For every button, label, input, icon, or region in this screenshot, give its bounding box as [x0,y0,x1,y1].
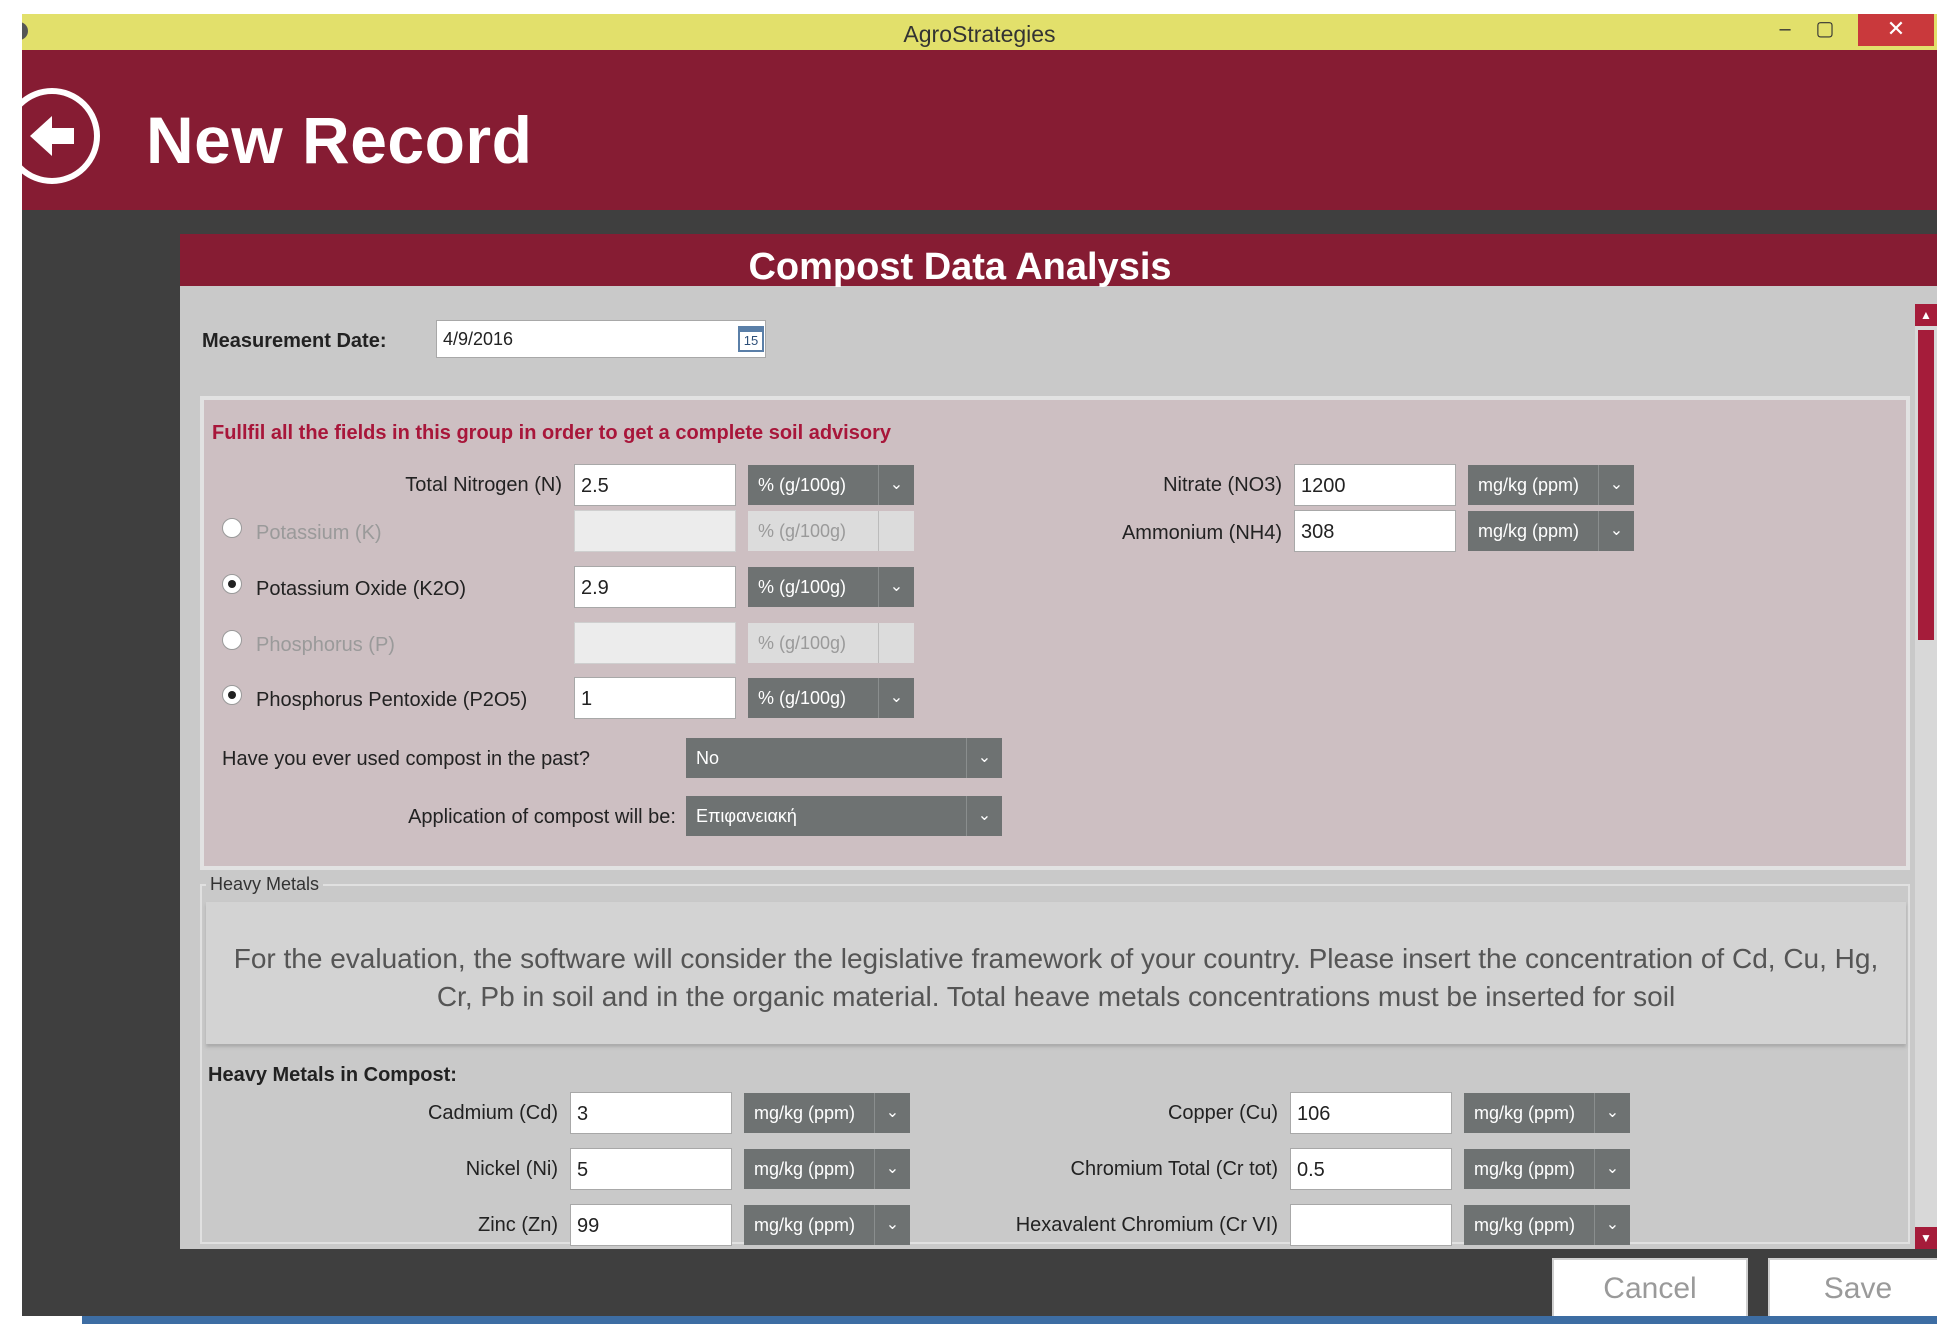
phosphorus-unit-select[interactable]: % (g/100g) [748,623,914,663]
nickel-unit-select[interactable]: mg/kg (ppm) ⌄ [744,1149,910,1189]
chevron-down-icon: ⌄ [966,796,1002,836]
nitrate-input[interactable]: 1200 [1294,464,1456,506]
group-warning-text: Fullfil all the fields in this group in … [212,422,891,444]
application-select[interactable]: Επιφανειακή ⌄ [686,796,1002,836]
compost-past-select[interactable]: No ⌄ [686,738,1002,778]
copper-label: Copper (Cu) [1167,1102,1278,1124]
page-header: New Record [22,50,1937,210]
phosphorus-radio[interactable] [222,630,242,650]
window-title: AgroStrategies [903,21,1056,47]
chevron-down-icon: ⌄ [878,678,914,718]
cadmium-label: Cadmium (Cd) [427,1102,558,1124]
chevron-down-icon: ⌄ [874,1093,910,1133]
minimize-button[interactable]: – [1767,14,1803,46]
potassium-input[interactable] [574,510,736,552]
chevron-down-icon [878,623,914,663]
scrollbar-thumb[interactable] [1918,330,1934,640]
ammonium-input[interactable]: 308 [1294,510,1456,552]
phosphorus-pentoxide-radio[interactable] [222,685,242,705]
app-window: AgroStrategies – ▢ ✕ New Record Compost … [22,14,1937,1316]
nitrogen-unit-select[interactable]: % (g/100g) ⌄ [748,465,914,505]
ammonium-label: Ammonium (NH4) [1121,522,1282,544]
save-button[interactable]: Save [1768,1258,1937,1316]
measurement-date-input[interactable]: 4/9/2016 [436,320,766,358]
chevron-down-icon: ⌄ [878,465,914,505]
phosphorus-pentoxide-label: Phosphorus Pentoxide (P2O5) [256,689,528,711]
nitrate-unit-select[interactable]: mg/kg (ppm) ⌄ [1468,465,1634,505]
arrow-left-icon [30,116,74,156]
maximize-button[interactable]: ▢ [1807,14,1843,46]
chevron-down-icon: ⌄ [966,738,1002,778]
potassium-unit-select[interactable]: % (g/100g) [748,511,914,551]
phosphorus-input[interactable] [574,622,736,664]
heavy-metals-info-text: For the evaluation, the software will co… [233,943,1879,1012]
cancel-button[interactable]: Cancel [1552,1258,1748,1316]
copper-input[interactable]: 106 [1290,1092,1452,1134]
chromium-vi-label: Hexavalent Chromium (Cr VI) [1015,1214,1278,1236]
chromium-vi-unit-select[interactable]: mg/kg (ppm) ⌄ [1464,1205,1630,1245]
zinc-unit-select[interactable]: mg/kg (ppm) ⌄ [744,1205,910,1245]
page-title: New Record [146,103,533,177]
back-button[interactable] [22,88,100,184]
vertical-scrollbar[interactable]: ▲ ▼ [1915,304,1937,1249]
nickel-label: Nickel (Ni) [465,1158,558,1180]
scroll-down-arrow-icon[interactable]: ▼ [1915,1227,1937,1249]
potassium-oxide-radio[interactable] [222,574,242,594]
chromium-vi-input[interactable] [1290,1204,1452,1246]
potassium-oxide-label: Potassium Oxide (K2O) [256,578,467,600]
nitrogen-label: Total Nitrogen (N) [405,474,562,496]
chevron-down-icon: ⌄ [1598,511,1634,551]
zinc-input[interactable]: 99 [570,1204,732,1246]
phosphorus-label: Phosphorus (P) [256,634,395,656]
potassium-label: Potassium (K) [256,522,382,544]
ammonium-unit-select[interactable]: mg/kg (ppm) ⌄ [1468,511,1634,551]
cadmium-input[interactable]: 3 [570,1092,732,1134]
window-titlebar[interactable]: AgroStrategies – ▢ ✕ [22,14,1937,50]
chevron-down-icon: ⌄ [874,1205,910,1245]
heavy-metals-compost-heading: Heavy Metals in Compost: [208,1064,457,1086]
soil-advisory-group: Fullfil all the fields in this group in … [200,396,1910,870]
heavy-metals-legend: Heavy Metals [206,874,324,895]
phosphorus-pentoxide-unit-select[interactable]: % (g/100g) ⌄ [748,678,914,718]
scroll-up-arrow-icon[interactable]: ▲ [1915,304,1937,326]
nickel-input[interactable]: 5 [570,1148,732,1190]
chevron-down-icon: ⌄ [878,567,914,607]
chevron-down-icon [878,511,914,551]
calendar-icon[interactable]: 15 [738,326,764,352]
nitrate-label: Nitrate (NO3) [1163,474,1282,496]
panel-header: Compost Data Analysis [180,234,1937,288]
chevron-down-icon: ⌄ [1594,1093,1630,1133]
panel-title: Compost Data Analysis [748,246,1172,288]
chevron-down-icon: ⌄ [1598,465,1634,505]
chevron-down-icon: ⌄ [1594,1149,1630,1189]
chromium-total-unit-select[interactable]: mg/kg (ppm) ⌄ [1464,1149,1630,1189]
potassium-oxide-input[interactable]: 2.9 [574,566,736,608]
chevron-down-icon: ⌄ [874,1149,910,1189]
zinc-label: Zinc (Zn) [478,1214,558,1236]
potassium-oxide-unit-select[interactable]: % (g/100g) ⌄ [748,567,914,607]
chromium-total-label: Chromium Total (Cr tot) [1070,1158,1278,1180]
heavy-metals-info-box: For the evaluation, the software will co… [206,902,1906,1044]
potassium-radio[interactable] [222,518,242,538]
cadmium-unit-select[interactable]: mg/kg (ppm) ⌄ [744,1093,910,1133]
nitrogen-input[interactable]: 2.5 [574,464,736,506]
application-label: Application of compost will be: [408,806,676,828]
measurement-date-label: Measurement Date: [202,330,387,352]
copper-unit-select[interactable]: mg/kg (ppm) ⌄ [1464,1093,1630,1133]
bottom-strip [82,1316,1937,1324]
chevron-down-icon: ⌄ [1594,1205,1630,1245]
close-button[interactable]: ✕ [1858,14,1934,46]
phosphorus-pentoxide-input[interactable]: 1 [574,677,736,719]
chromium-total-input[interactable]: 0.5 [1290,1148,1452,1190]
compost-panel: Compost Data Analysis Measurement Date: … [180,234,1937,1249]
compost-past-label: Have you ever used compost in the past? [222,748,590,770]
